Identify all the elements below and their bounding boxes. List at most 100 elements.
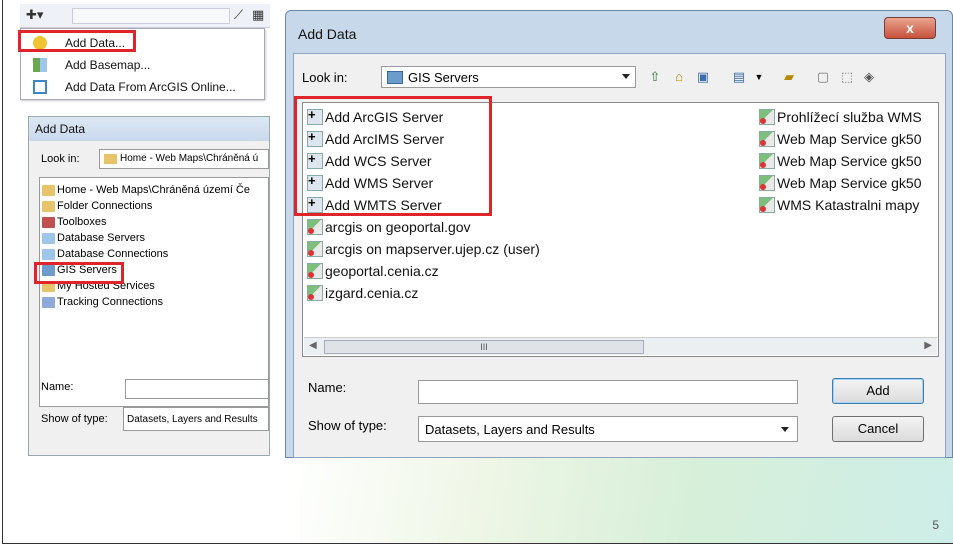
catalog-view-icon[interactable]: ▢: [814, 68, 832, 86]
server-icon: [307, 241, 323, 257]
small-dialog-title: Add Data: [29, 117, 269, 141]
small-look-in-combo[interactable]: Home - Web Maps\Chráněná ú: [99, 149, 269, 169]
list-item[interactable]: arcgis on geoportal.gov: [307, 217, 471, 237]
list-item-label: Home - Web Maps\Chráněná území Če: [57, 184, 250, 196]
list-item-label: Web Map Service gk50: [777, 153, 922, 169]
name-field[interactable]: [418, 380, 798, 404]
home-icon[interactable]: ⌂: [670, 68, 688, 86]
highlight-add-server-items: [294, 96, 492, 216]
list-item[interactable]: Web Map Service gk50: [759, 151, 937, 171]
slide-border-left: [2, 0, 3, 544]
tracking-connection-icon: [42, 296, 55, 308]
list-item[interactable]: Folder Connections: [42, 198, 152, 214]
basemap-icon: [33, 58, 47, 72]
menu-item-add-basemap[interactable]: Add Basemap...: [21, 54, 264, 76]
list-item-label: Database Connections: [57, 248, 169, 260]
list-item-label: arcgis on geoportal.gov: [325, 219, 471, 235]
toolbox-icon[interactable]: ◈: [860, 68, 878, 86]
name-label: Name:: [308, 380, 347, 395]
small-type-label: Show of type:: [41, 413, 108, 425]
server-icon: [307, 285, 323, 301]
list-item-label: Web Map Service gk50: [777, 175, 922, 191]
server-icon: [307, 263, 323, 279]
view-dropdown-icon[interactable]: ▼: [750, 68, 768, 86]
list-item-label: Folder Connections: [57, 200, 153, 212]
scroll-thumb[interactable]: III: [324, 340, 644, 354]
small-type-select[interactable]: Datasets, Layers and Results: [123, 407, 269, 431]
gis-server-icon: [387, 71, 403, 84]
look-in-value: GIS Servers: [408, 70, 479, 85]
list-item[interactable]: Web Map Service gk50: [759, 173, 937, 193]
small-catalog-list[interactable]: Home - Web Maps\Chráněná území Če Folder…: [39, 177, 269, 407]
folder-icon: [104, 154, 117, 164]
folder-icon: [42, 184, 55, 196]
database-icon[interactable]: ⬚: [838, 68, 856, 86]
menu-item-label: Add Basemap...: [65, 58, 151, 72]
list-item[interactable]: Web Map Service gk50: [759, 129, 937, 149]
cancel-button[interactable]: Cancel: [832, 416, 924, 442]
table-icon[interactable]: ▦: [252, 7, 264, 23]
chevron-down-icon: [622, 74, 630, 79]
view-list-icon[interactable]: ▤: [730, 68, 748, 86]
small-name-field[interactable]: [125, 379, 269, 399]
close-button[interactable]: x: [884, 17, 936, 39]
type-select-value: Datasets, Layers and Results: [425, 422, 595, 437]
list-item[interactable]: Home - Web Maps\Chráněná území Če: [42, 182, 250, 198]
list-item[interactable]: Database Connections: [42, 246, 168, 262]
toolbar-combo[interactable]: [72, 8, 230, 24]
highlight-add-data: [18, 30, 136, 52]
type-label: Show of type:: [308, 418, 387, 433]
small-look-in-label: Look in:: [41, 153, 80, 165]
list-item-label: Tracking Connections: [57, 296, 163, 308]
dialog-title: Add Data: [298, 26, 357, 42]
small-look-in-value: Home - Web Maps\Chráněná ú: [120, 153, 259, 164]
server-icon: [759, 131, 775, 147]
list-item-label: Toolboxes: [57, 216, 107, 228]
list-item[interactable]: izgard.cenia.cz: [307, 283, 418, 303]
scroll-right-icon[interactable]: ▶: [924, 340, 932, 351]
list-item-label: WMS Katastralni mapy: [777, 197, 920, 213]
database-connection-icon: [42, 248, 55, 260]
list-item[interactable]: arcgis on mapserver.ujep.cz (user): [307, 239, 540, 259]
menu-item-add-from-arcgis-online[interactable]: Add Data From ArcGIS Online...: [21, 76, 264, 98]
list-item-label: geoportal.cenia.cz: [325, 263, 439, 279]
menu-item-label: Add Data From ArcGIS Online...: [65, 80, 236, 94]
connect-folder-icon[interactable]: ▣: [694, 68, 712, 86]
arcgis-online-icon: [33, 80, 47, 94]
add-button[interactable]: Add: [832, 378, 924, 404]
small-add-data-dialog: Add Data Look in: Home - Web Maps\Chráně…: [28, 116, 270, 456]
up-one-level-icon[interactable]: ⇧: [646, 68, 664, 86]
list-item-label: Database Servers: [57, 232, 146, 244]
list-item[interactable]: Toolboxes: [42, 214, 107, 230]
list-item[interactable]: Prohlížecí služba WMS: [759, 107, 937, 127]
list-item[interactable]: WMS Katastralni mapy: [759, 195, 937, 215]
list-item-label: Prohlížecí služba WMS: [777, 109, 922, 125]
server-icon: [759, 109, 775, 125]
list-item-label: Web Map Service gk50: [777, 131, 922, 147]
type-select[interactable]: Datasets, Layers and Results: [418, 416, 798, 442]
server-icon: [759, 175, 775, 191]
new-folder-icon[interactable]: ▰: [780, 68, 798, 86]
highlight-gis-servers: [34, 262, 124, 284]
server-icon: [759, 197, 775, 213]
horizontal-scrollbar[interactable]: ◀ III ▶: [304, 337, 937, 355]
list-item[interactable]: geoportal.cenia.cz: [307, 261, 439, 281]
toolbox-icon: [42, 216, 55, 228]
look-in-combo[interactable]: GIS Servers: [381, 66, 636, 88]
list-item-label: arcgis on mapserver.ujep.cz (user): [325, 241, 540, 257]
editor-tool-icon[interactable]: ⟋: [234, 7, 243, 23]
folder-connection-icon: [42, 200, 55, 212]
scroll-left-icon[interactable]: ◀: [309, 340, 317, 351]
page-number: 5: [932, 518, 939, 532]
chevron-down-icon: [781, 427, 789, 432]
add-data-dialog: Add Data x Look in: GIS Servers ⇧ ⌂ ▣ ▤ …: [285, 10, 953, 458]
server-icon: [307, 219, 323, 235]
list-item[interactable]: Database Servers: [42, 230, 145, 246]
database-server-icon: [42, 232, 55, 244]
add-data-toolbar-icon[interactable]: ✚▾: [26, 7, 43, 23]
small-name-label: Name:: [41, 381, 74, 393]
server-icon: [759, 153, 775, 169]
list-item[interactable]: Tracking Connections: [42, 294, 163, 310]
toolbar: ✚▾ ⟋ ▦: [20, 4, 270, 28]
list-item-label: izgard.cenia.cz: [325, 285, 419, 301]
